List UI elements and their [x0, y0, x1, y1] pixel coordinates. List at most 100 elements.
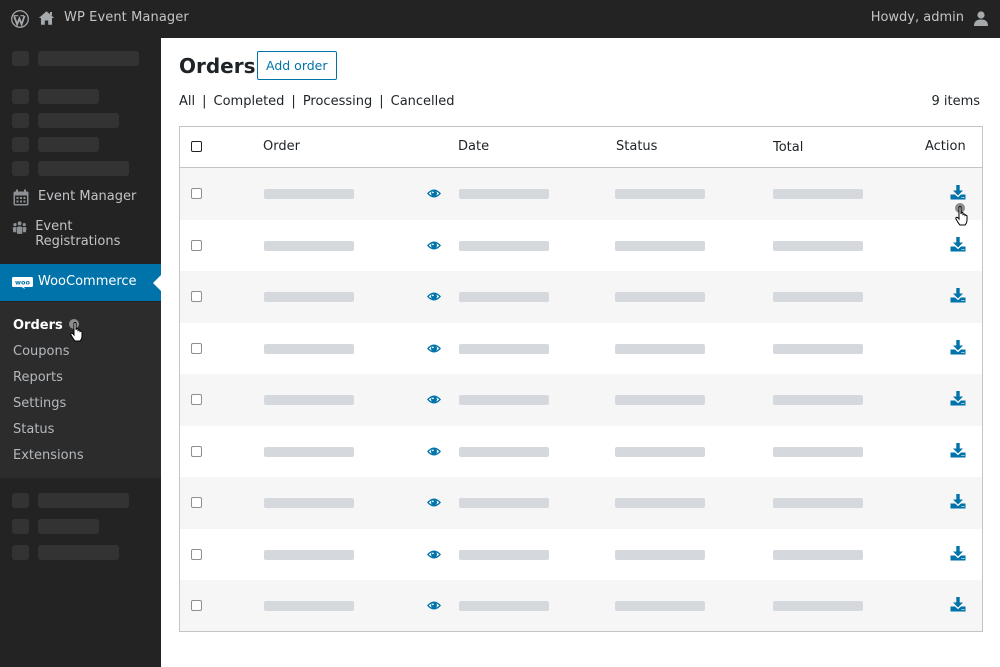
filter-separator: | — [379, 94, 384, 109]
total-placeholder — [773, 189, 863, 199]
hand-pointer-cursor-icon — [70, 322, 83, 342]
row-checkbox[interactable] — [191, 394, 202, 405]
sidebar-item-label: Event Manager — [38, 189, 137, 204]
order-placeholder — [264, 344, 354, 354]
download-icon[interactable] — [950, 494, 966, 509]
view-order-eye-icon[interactable] — [426, 600, 442, 611]
column-header-order[interactable]: Order — [263, 139, 300, 154]
sidebar-item-woocommerce[interactable]: woo WooCommerce — [0, 264, 161, 301]
row-checkbox[interactable] — [191, 446, 202, 457]
view-order-eye-icon[interactable] — [426, 291, 442, 302]
submenu-item-reports[interactable]: Reports — [13, 370, 63, 385]
status-placeholder — [615, 601, 705, 611]
total-placeholder — [773, 292, 863, 302]
date-placeholder — [459, 189, 549, 199]
date-placeholder — [459, 550, 549, 560]
date-placeholder — [459, 601, 549, 611]
download-icon[interactable] — [950, 443, 966, 458]
home-icon[interactable] — [38, 10, 55, 26]
calendar-icon — [13, 189, 29, 206]
column-header-total[interactable]: Total — [773, 140, 803, 155]
table-row — [180, 426, 982, 477]
view-order-eye-icon[interactable] — [426, 343, 442, 354]
row-checkbox[interactable] — [191, 549, 202, 560]
date-placeholder — [459, 344, 549, 354]
account-greeting[interactable]: Howdy, admin — [871, 10, 964, 25]
sidebar-item-event-manager[interactable]: Event Manager — [12, 189, 136, 207]
column-header-action: Action — [925, 139, 966, 154]
table-row — [180, 580, 982, 631]
download-icon[interactable] — [950, 597, 966, 612]
submenu-item-settings[interactable]: Settings — [13, 396, 66, 411]
select-all-checkbox[interactable] — [191, 141, 202, 152]
admin-top-bar: WP Event Manager Howdy, admin — [0, 0, 1000, 38]
row-checkbox[interactable] — [191, 240, 202, 251]
order-placeholder — [264, 395, 354, 405]
current-menu-arrow — [153, 275, 161, 291]
view-order-eye-icon[interactable] — [426, 549, 442, 560]
view-order-eye-icon[interactable] — [426, 188, 442, 199]
sidebar-item-label: WooCommerce — [38, 274, 137, 289]
submenu-item-extensions[interactable]: Extensions — [13, 448, 84, 463]
row-checkbox[interactable] — [191, 188, 202, 199]
people-group-icon — [12, 221, 27, 234]
order-placeholder — [264, 498, 354, 508]
table-header: Order Date Status Total Action — [180, 127, 982, 168]
download-icon[interactable] — [950, 237, 966, 252]
filter-separator: | — [291, 94, 296, 109]
items-count: 9 items — [931, 94, 980, 109]
download-icon[interactable] — [950, 340, 966, 355]
sidebar-item-event-registrations[interactable]: Event Registrations — [12, 219, 142, 249]
date-placeholder — [459, 447, 549, 457]
download-icon[interactable] — [950, 391, 966, 406]
status-placeholder — [615, 395, 705, 405]
total-placeholder — [773, 550, 863, 560]
table-row — [180, 271, 982, 323]
user-icon[interactable] — [974, 11, 988, 26]
filter-all[interactable]: All — [179, 94, 195, 109]
view-order-eye-icon[interactable] — [426, 446, 442, 457]
column-header-date[interactable]: Date — [458, 139, 489, 154]
date-placeholder — [459, 241, 549, 251]
filter-separator: | — [202, 94, 207, 109]
table-row — [180, 323, 982, 374]
filter-completed[interactable]: Completed — [214, 94, 285, 109]
row-checkbox[interactable] — [191, 291, 202, 302]
page-title: Orders — [179, 54, 256, 78]
total-placeholder — [773, 344, 863, 354]
status-placeholder — [615, 292, 705, 302]
main-content: Orders Add order All | Completed | Proce… — [161, 38, 1000, 667]
filter-processing[interactable]: Processing — [303, 94, 372, 109]
submenu-item-status[interactable]: Status — [13, 422, 54, 437]
view-order-eye-icon[interactable] — [426, 240, 442, 251]
date-placeholder — [459, 395, 549, 405]
filter-cancelled[interactable]: Cancelled — [391, 94, 455, 109]
submenu-item-coupons[interactable]: Coupons — [13, 344, 70, 359]
table-row — [180, 168, 982, 220]
woo-logo-icon: woo — [12, 277, 33, 289]
wordpress-logo-icon[interactable] — [11, 10, 29, 28]
status-filters: All | Completed | Processing | Cancelled — [179, 94, 455, 109]
add-order-button[interactable]: Add order — [257, 51, 337, 80]
site-name-link[interactable]: WP Event Manager — [64, 10, 189, 25]
submenu-item-orders[interactable]: Orders — [13, 318, 63, 333]
total-placeholder — [773, 601, 863, 611]
row-checkbox[interactable] — [191, 600, 202, 611]
date-placeholder — [459, 292, 549, 302]
download-icon[interactable] — [950, 546, 966, 561]
row-checkbox[interactable] — [191, 497, 202, 508]
view-order-eye-icon[interactable] — [426, 497, 442, 508]
total-placeholder — [773, 395, 863, 405]
status-placeholder — [615, 498, 705, 508]
row-checkbox[interactable] — [191, 343, 202, 354]
total-placeholder — [773, 447, 863, 457]
order-placeholder — [264, 241, 354, 251]
status-placeholder — [615, 344, 705, 354]
order-placeholder — [264, 601, 354, 611]
view-order-eye-icon[interactable] — [426, 394, 442, 405]
download-icon[interactable] — [950, 288, 966, 303]
status-placeholder — [615, 241, 705, 251]
column-header-status[interactable]: Status — [616, 139, 657, 154]
table-row — [180, 374, 982, 426]
download-icon[interactable] — [950, 185, 966, 200]
